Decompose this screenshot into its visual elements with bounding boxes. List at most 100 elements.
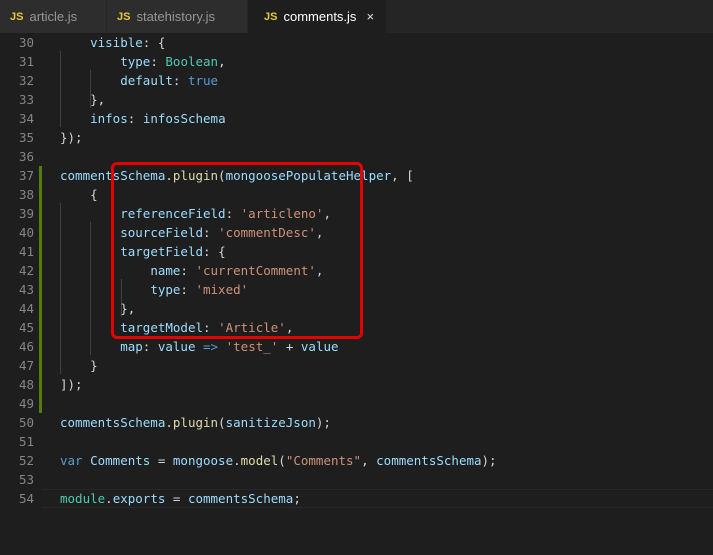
tab-article-js[interactable]: JS article.js <box>0 0 106 33</box>
code-text: var Comments = mongoose.model("Comments"… <box>60 451 497 470</box>
code-text: visible: { <box>60 33 165 52</box>
code-token: , [ <box>391 168 414 183</box>
line-number: 42 <box>18 263 34 278</box>
code-line: 35}); <box>0 128 713 147</box>
code-line: 50 commentsSchema.plugin(sanitizeJson); <box>0 413 713 432</box>
line-number: 45 <box>18 320 34 335</box>
code-token: plugin <box>172 415 219 430</box>
code-token: infos <box>90 111 128 126</box>
js-file-icon: JS <box>10 10 24 23</box>
code-token: } <box>60 358 98 373</box>
code-token: "Comments" <box>285 453 362 468</box>
code-line: 53 <box>0 470 713 489</box>
line-number: 47 <box>18 358 34 373</box>
code-token: true <box>187 73 219 88</box>
code-token: infosSchema <box>142 111 226 126</box>
code-token: commentsSchema <box>60 415 166 430</box>
line-number: 32 <box>18 73 34 88</box>
code-token: var <box>60 453 83 468</box>
line-number: 43 <box>18 282 34 297</box>
code-token: model <box>240 453 279 468</box>
code-line: 52 var Comments = mongoose.model("Comment… <box>0 451 713 470</box>
code-token: visible <box>90 35 143 50</box>
close-icon[interactable]: × <box>366 9 374 24</box>
line-number: 49 <box>18 396 34 411</box>
code-token: ; <box>293 491 301 506</box>
line-number: 40 <box>18 225 34 240</box>
code-token: ( <box>278 453 286 468</box>
code-token: module <box>60 491 106 506</box>
code-token: exports <box>112 491 166 506</box>
code-token: . <box>105 491 113 506</box>
code-text: map: value => 'test_' + value <box>60 337 339 356</box>
code-token: : <box>127 111 143 126</box>
code-token: , <box>361 453 377 468</box>
code-token: sanitizeJson <box>225 415 316 430</box>
code-line: 54 module.exports = commentsSchema; <box>0 489 713 508</box>
code-text: } <box>60 356 98 375</box>
code-token: = <box>165 491 188 506</box>
code-text: }); <box>60 128 83 147</box>
line-number: 33 <box>18 92 34 107</box>
code-text: { <box>60 185 98 204</box>
code-token: value <box>157 339 196 354</box>
code-line: 46 map: value => 'test_' + value <box>0 337 713 356</box>
line-number: 41 <box>18 244 34 259</box>
tab-label: comments.js <box>283 9 357 24</box>
line-number: 35 <box>18 130 34 145</box>
code-token: : <box>142 339 158 354</box>
line-number: 51 <box>18 434 34 449</box>
code-token: + <box>278 339 301 354</box>
line-number: 37 <box>18 168 34 183</box>
code-token: : <box>150 54 166 69</box>
code-token: ( <box>218 415 226 430</box>
code-token: ); <box>481 453 497 468</box>
line-number: 30 <box>18 35 34 50</box>
line-number: 38 <box>18 187 34 202</box>
code-token: }, <box>60 92 106 107</box>
code-text: }, <box>60 90 105 109</box>
line-number: 46 <box>18 339 34 354</box>
tab-statehistory-js[interactable]: JS statehistory.js <box>107 0 247 33</box>
tab-bar: JS article.js JS statehistory.js JS comm… <box>0 0 713 33</box>
code-line: 32 default: true <box>0 71 713 90</box>
line-number: 50 <box>18 415 34 430</box>
line-number: 52 <box>18 453 34 468</box>
code-token: 'test_' <box>225 339 279 354</box>
line-number: 53 <box>18 472 34 487</box>
line-number: 36 <box>18 149 34 164</box>
code-token: commentsSchema <box>376 453 482 468</box>
code-token: }); <box>60 130 83 145</box>
code-token: => <box>203 339 219 354</box>
code-line: 49 <box>0 394 713 413</box>
code-text: ]); <box>60 375 83 394</box>
code-text: module.exports = commentsSchema; <box>60 489 301 508</box>
code-token: ); <box>315 415 331 430</box>
code-text: default: true <box>60 71 218 90</box>
code-token: : <box>172 73 188 88</box>
tab-comments-js[interactable]: JS comments.js × <box>248 0 386 33</box>
code-line: 47 } <box>0 356 713 375</box>
js-file-icon: JS <box>117 10 131 23</box>
code-token: mongoose <box>172 453 234 468</box>
line-number: 48 <box>18 377 34 392</box>
code-token: Boolean <box>165 54 219 69</box>
line-number: 44 <box>18 301 34 316</box>
code-line: 30 visible: { <box>0 33 713 52</box>
tab-label: article.js <box>29 9 78 24</box>
code-line: 51 <box>0 432 713 451</box>
code-token: value <box>300 339 339 354</box>
code-token: . <box>233 453 241 468</box>
code-token: . <box>165 415 173 430</box>
code-token: , <box>218 54 226 69</box>
line-number: 31 <box>18 54 34 69</box>
code-token: type <box>120 54 151 69</box>
code-token: { <box>60 187 98 202</box>
code-token: commentsSchema <box>187 491 294 506</box>
